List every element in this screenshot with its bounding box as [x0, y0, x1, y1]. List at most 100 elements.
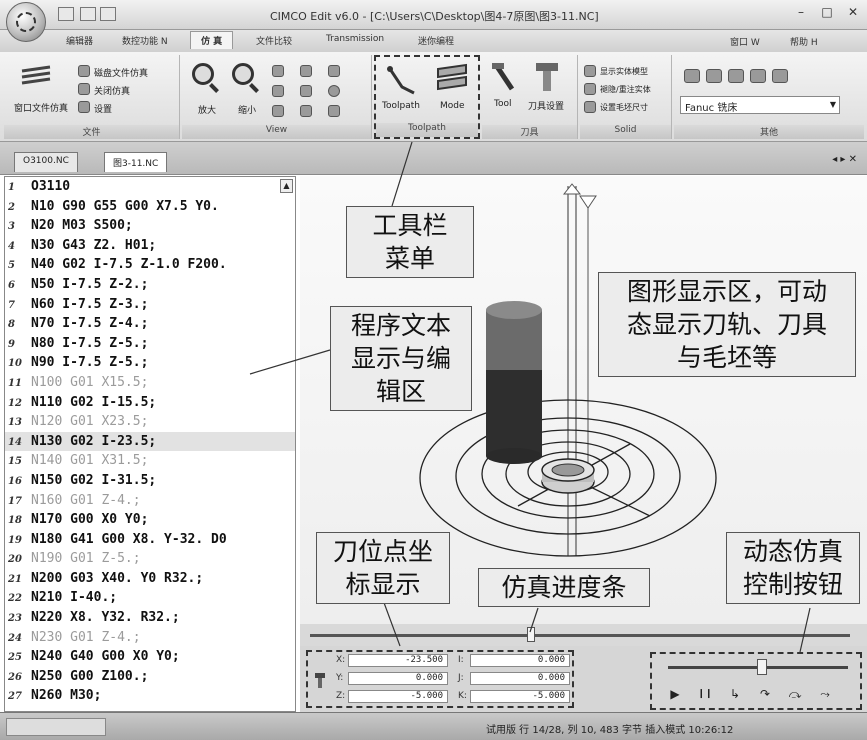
minimize-button[interactable]: –: [792, 5, 810, 21]
view-orbit-icon[interactable]: [328, 85, 340, 97]
code-line[interactable]: 16 N150 G02 I-31.5;: [5, 471, 295, 491]
tool-button[interactable]: Tool: [494, 99, 511, 109]
toolpath-button[interactable]: Toolpath: [382, 101, 420, 111]
code-line[interactable]: 25 N240 G40 G00 X0 Y0;: [5, 647, 295, 667]
scroll-up-button[interactable]: ▲: [280, 179, 293, 193]
tab-simulation[interactable]: 仿 真: [190, 31, 234, 49]
toolpath-group: Toolpath Mode Toolpath: [374, 55, 480, 139]
line-number: 18: [8, 515, 22, 527]
settings-button[interactable]: 设置: [94, 102, 112, 115]
other-icon-5[interactable]: [772, 69, 788, 83]
code-line[interactable]: 18 N170 G00 X0 Y0;: [5, 510, 295, 530]
code-line[interactable]: 21 N200 G03 X40. Y0 R32.;: [5, 569, 295, 589]
zoom-out-icon[interactable]: [232, 63, 254, 85]
tool-settings-button[interactable]: 刀具设置: [528, 99, 564, 112]
close-sim-button[interactable]: 关闭仿真: [94, 84, 130, 97]
simulation-progress-bar[interactable]: [310, 634, 850, 637]
window-file-sim-button[interactable]: 窗口文件仿真: [14, 101, 68, 114]
line-number: 19: [8, 534, 22, 546]
code-line[interactable]: 24 N230 G01 Z-4.;: [5, 628, 295, 648]
code-line[interactable]: 2 N10 G90 G55 G00 X7.5 Y0.: [5, 197, 295, 217]
code-text: N250 G00 Z100.;: [31, 668, 149, 684]
code-line[interactable]: 1 O3110: [5, 177, 295, 197]
code-line[interactable]: 12 N110 G02 I-15.5;: [5, 393, 295, 413]
doc-tab-o3100[interactable]: O3100.NC: [14, 152, 78, 172]
play-button[interactable]: ▶: [666, 686, 684, 702]
maximize-button[interactable]: □: [818, 5, 836, 21]
code-line[interactable]: 22 N210 I-40.;: [5, 588, 295, 608]
code-line[interactable]: 9 N80 I-7.5 Z-5.;: [5, 334, 295, 354]
code-line[interactable]: 14 N130 G02 I-23.5;: [5, 431, 295, 452]
y-value: 0.000: [348, 672, 448, 685]
code-line[interactable]: 27 N260 M30;: [5, 686, 295, 706]
code-line[interactable]: 8 N70 I-7.5 Z-4.;: [5, 314, 295, 334]
tab-file-compare[interactable]: 文件比较: [256, 34, 292, 47]
tab-nc-functions[interactable]: 数控功能 N: [122, 34, 168, 47]
other-icon-4[interactable]: [750, 69, 766, 83]
code-text: N10 G90 G55 G00 X7.5 Y0.: [31, 198, 219, 214]
code-editor[interactable]: 1 O3110 2 N10 G90 G55 G00 X7.5 Y0. 3 N20 M03 …: [4, 176, 296, 712]
other-icon-3[interactable]: [728, 69, 744, 83]
run-to-end-button[interactable]: ⤳: [816, 686, 834, 702]
view-zoom-icon[interactable]: [272, 65, 284, 77]
step-button[interactable]: ↳: [726, 686, 744, 702]
view-iso-icon[interactable]: [328, 105, 340, 117]
machine-type-select[interactable]: Fanuc 铣床 ▼: [680, 96, 840, 114]
view-pen-icon[interactable]: [328, 65, 340, 77]
i-value: 0.000: [470, 654, 570, 667]
save-icon[interactable]: [58, 7, 74, 21]
code-line[interactable]: 15 N140 G01 X31.5;: [5, 451, 295, 471]
print-icon[interactable]: [100, 7, 116, 21]
code-line[interactable]: 6 N50 I-7.5 Z-2.;: [5, 275, 295, 295]
view-shade-icon[interactable]: [300, 85, 312, 97]
step-back-button[interactable]: ⤼: [786, 686, 804, 702]
close-button[interactable]: ✕: [844, 5, 862, 21]
line-number: 15: [8, 456, 22, 468]
tab-transmission[interactable]: Transmission: [326, 34, 384, 44]
app-menu-button[interactable]: [6, 2, 46, 42]
line-number: 25: [8, 652, 22, 664]
mode-button[interactable]: Mode: [440, 101, 465, 111]
code-line[interactable]: 4 N30 G43 Z2. H01;: [5, 236, 295, 256]
zoom-in-icon[interactable]: [192, 63, 214, 85]
view-rotate-icon[interactable]: [300, 65, 312, 77]
close-sim-icon: [78, 83, 90, 95]
ribbon-panel: 窗口文件仿真 磁盘文件仿真 关闭仿真 设置 文件 放大 缩小 View Tool…: [0, 52, 867, 142]
code-text: N200 G03 X40. Y0 R32.;: [31, 570, 204, 586]
line-number: 21: [8, 573, 22, 585]
code-line[interactable]: 3 N20 M03 S500;: [5, 216, 295, 236]
code-line[interactable]: 13 N120 G01 X23.5;: [5, 412, 295, 432]
undo-icon[interactable]: [80, 7, 96, 21]
other-icon-1[interactable]: [684, 69, 700, 83]
stock-size-button[interactable]: 设置毛坯尺寸: [600, 102, 648, 113]
code-line[interactable]: 20 N190 G01 Z-5.;: [5, 549, 295, 569]
doc-tab-fig3-11[interactable]: 图3-11.NC: [104, 152, 168, 172]
view-side-icon[interactable]: [300, 105, 312, 117]
hide-solid-button[interactable]: 褪隐/重注实体: [600, 84, 651, 95]
disk-file-sim-button[interactable]: 磁盘文件仿真: [94, 66, 148, 79]
tab-nav-close-icons[interactable]: ◂ ▸ ✕: [832, 154, 857, 165]
line-number: 23: [8, 613, 22, 625]
window-menu[interactable]: 窗口 W: [730, 35, 760, 48]
code-line[interactable]: 19 N180 G41 G00 X8. Y-32. D0: [5, 530, 295, 550]
code-line[interactable]: 5 N40 G02 I-7.5 Z-1.0 F200.: [5, 255, 295, 275]
code-line[interactable]: 23 N220 X8. Y32. R32.;: [5, 608, 295, 628]
code-line[interactable]: 10 N90 I-7.5 Z-5.;: [5, 353, 295, 373]
tab-mini-programming[interactable]: 迷你编程: [418, 34, 454, 47]
pause-button[interactable]: ❙❙: [696, 686, 714, 702]
tab-editor[interactable]: 编辑器: [66, 34, 93, 47]
code-line[interactable]: 11 N100 G01 X15.5;: [5, 373, 295, 393]
simulation-progress-thumb[interactable]: [527, 627, 536, 642]
code-line[interactable]: 17 N160 G01 Z-4.;: [5, 491, 295, 511]
code-line[interactable]: 7 N60 I-7.5 Z-3.;: [5, 295, 295, 315]
view-front-icon[interactable]: [272, 105, 284, 117]
other-icon-2[interactable]: [706, 69, 722, 83]
code-line[interactable]: 26 N250 G00 Z100.;: [5, 667, 295, 687]
view-cube-icon[interactable]: [272, 85, 284, 97]
help-menu[interactable]: 帮助 H: [790, 35, 818, 48]
machine-type-value: Fanuc 铣床: [685, 103, 738, 114]
show-solid-button[interactable]: 显示实体模型: [600, 66, 648, 77]
step-over-button[interactable]: ↷: [756, 686, 774, 702]
zoom-out-label: 缩小: [238, 106, 257, 116]
speed-slider-thumb[interactable]: [756, 659, 767, 675]
